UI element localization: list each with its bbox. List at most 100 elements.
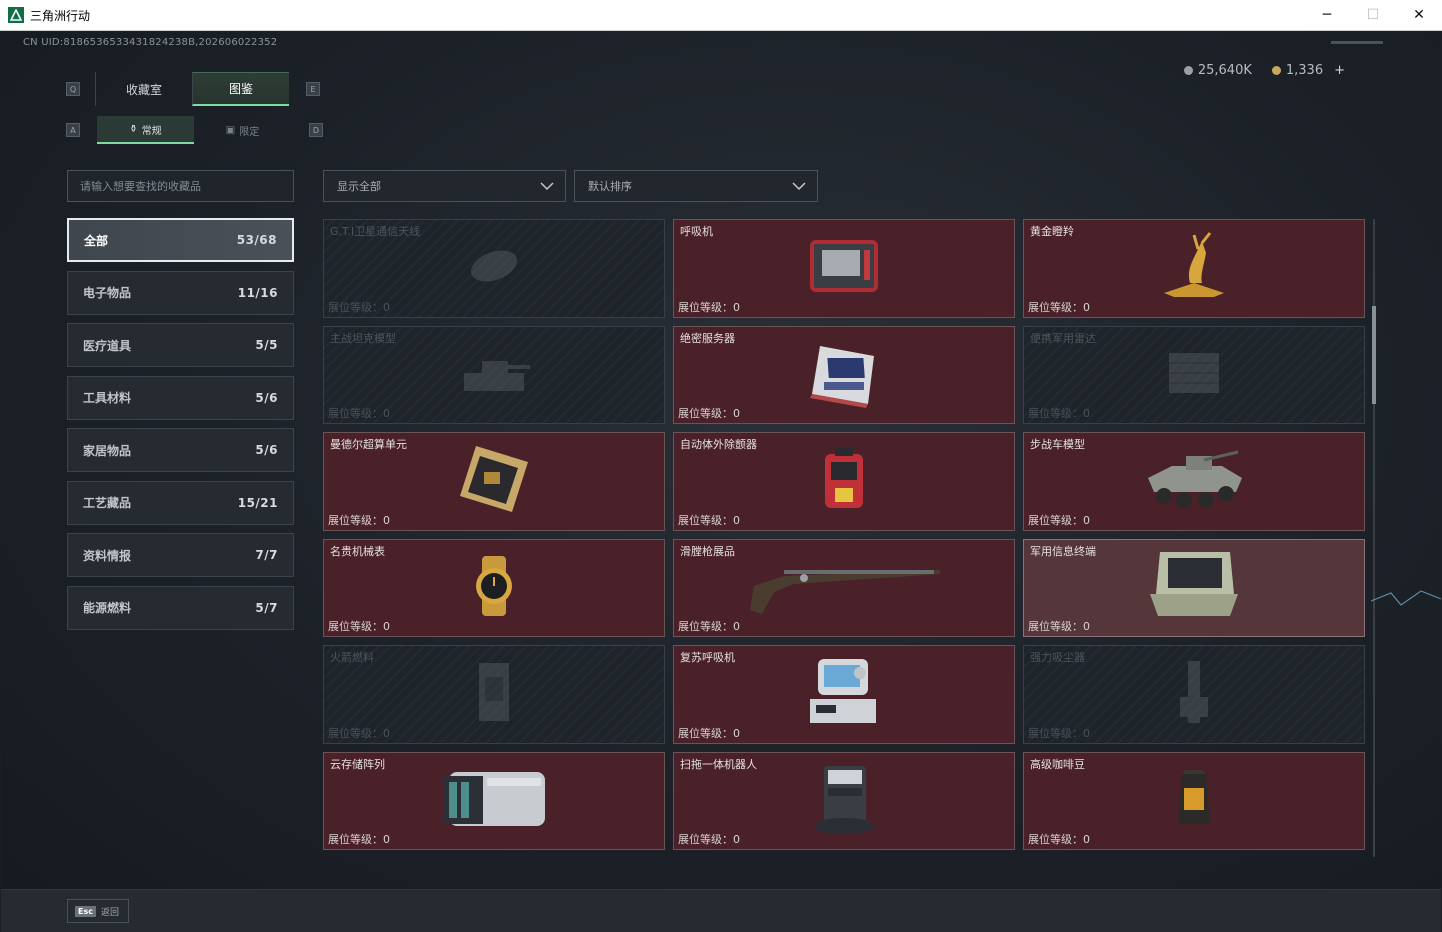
item-level: 展位等级：0 <box>328 831 390 847</box>
item-level-label: 展位等级： <box>678 513 733 527</box>
category-crafts[interactable]: 工艺藏品 15/21 <box>67 480 294 525</box>
category-label: 能源燃料 <box>83 601 132 615</box>
collection-item-card[interactable]: 步战车模型 展位等级：0 <box>1023 432 1365 531</box>
collection-item-card[interactable]: 复苏呼吸机 展位等级：0 <box>673 645 1015 744</box>
collection-item-card[interactable]: 火箭燃料展位等级：0 <box>323 645 665 744</box>
item-level: 展位等级：0 <box>678 618 740 634</box>
radar-icon <box>1159 343 1229 407</box>
item-level-label: 展位等级： <box>1028 833 1083 846</box>
item-level: 展位等级：0 <box>678 512 740 528</box>
item-level-label: 展位等级： <box>678 726 733 740</box>
minimize-button[interactable]: ─ <box>1304 0 1350 30</box>
category-count: 5/7 <box>255 600 278 615</box>
collection-item-card[interactable]: 黄金瞪羚 展位等级：0 <box>1023 219 1365 318</box>
tab-limited[interactable]: ▣ 限定 <box>194 116 291 144</box>
item-level: 展位等级：0 <box>1028 405 1090 421</box>
bottom-bar: Esc 返回 <box>1 889 1441 932</box>
collection-item-card[interactable]: G.T.I卫星通信天线 展位等级：0 <box>323 219 665 318</box>
item-level-label: 展位等级： <box>328 726 383 740</box>
search-box <box>67 170 294 202</box>
collection-item-card[interactable]: 呼吸机展位等级：0 <box>673 219 1015 318</box>
collection-item-card[interactable]: 强力吸尘器展位等级：0 <box>1023 645 1365 744</box>
collection-item-card[interactable]: 便携军用雷达 展位等级：0 <box>1023 325 1365 424</box>
item-level: 展位等级：0 <box>1028 831 1090 847</box>
item-name: 火箭燃料 <box>330 651 374 664</box>
item-grid: G.T.I卫星通信天线 展位等级：0 呼吸机 展位等级：0 黄金瞪羚 展位等级：0 主战坦克… <box>323 219 1366 850</box>
item-name: 呼吸机 <box>680 225 713 238</box>
category-count: 5/6 <box>255 443 278 457</box>
item-level-value: 0 <box>1083 620 1090 633</box>
collection-item-card[interactable]: 自动体外除颤器 展位等级：0 <box>673 432 1015 531</box>
category-label: 家居物品 <box>83 443 132 458</box>
tab-catalog[interactable]: 图鉴 <box>192 72 289 106</box>
item-level-label: 展位等级： <box>1028 726 1083 740</box>
item-name: 自动体外除颤器 <box>680 438 757 451</box>
vacuum-icon <box>1174 657 1214 731</box>
category-all[interactable]: 全部 53/68 <box>67 218 294 262</box>
robot-vacuum-icon <box>812 762 876 840</box>
item-level: 展位等级：0 <box>328 405 390 421</box>
item-level-label: 展位等级： <box>328 407 383 420</box>
item-name: 强力吸尘器 <box>1030 651 1085 664</box>
item-level-value: 0 <box>733 513 740 527</box>
filter-dropdown[interactable]: 显示全部 <box>323 170 566 202</box>
category-count: 5/6 <box>255 390 278 405</box>
game-viewport: CN UID:8186536533431824238B,202606022352… <box>1 31 1441 932</box>
collection-item-card[interactable]: 滑膛枪展品 展位等级：0 <box>673 538 1015 637</box>
category-count: 5/5 <box>255 338 278 352</box>
category-label: 医疗道具 <box>83 338 132 353</box>
frame-icon: ▣ <box>225 124 236 136</box>
category-label: 资料情报 <box>83 548 132 563</box>
item-level-value: 0 <box>1083 833 1090 846</box>
item-level: 展位等级：0 <box>1028 725 1090 741</box>
lightning-decoration <box>1371 590 1441 606</box>
military-terminal-icon <box>1146 548 1242 628</box>
category-energy[interactable]: 能源燃料 5/7 <box>67 585 294 630</box>
collection-item-card[interactable]: 扫拖一体机器人 展位等级：0 <box>673 751 1015 850</box>
category-tools[interactable]: 工具材料 5/6 <box>67 375 294 420</box>
uid-text: CN UID:8186536533431824238B,202606022352 <box>23 37 278 48</box>
category-count: 11/16 <box>237 285 278 300</box>
category-label: 电子物品 <box>83 286 132 300</box>
collection-item-card[interactable]: 军用信息终端 展位等级：0 <box>1023 538 1365 637</box>
collection-item-card[interactable]: 名贵机械表 展位等级：0 <box>323 538 665 637</box>
window-title: 三角洲行动 <box>30 8 91 23</box>
item-name: 复苏呼吸机 <box>680 651 735 664</box>
collection-item-card[interactable]: 绝密服务器 展位等级：0 <box>673 325 1015 424</box>
tab-regular[interactable]: ⚱ 常规 <box>97 116 194 144</box>
collection-item-card[interactable]: 主战坦克模型 展位等级：0 <box>323 325 665 424</box>
search-input[interactable] <box>80 179 293 193</box>
chevron-down-icon <box>792 182 806 191</box>
esc-key-icon: Esc <box>75 905 96 917</box>
item-level-value: 0 <box>1083 407 1090 420</box>
item-level-value: 0 <box>1083 513 1090 527</box>
item-level-label: 展位等级： <box>1028 513 1083 527</box>
sort-value: 默认排序 <box>588 180 632 193</box>
item-name: 云存储阵列 <box>330 757 385 771</box>
collection-item-card[interactable]: 云存储阵列展位等级：0 <box>323 751 665 850</box>
key-hint-d: D <box>309 123 323 137</box>
sort-dropdown[interactable]: 默认排序 <box>574 170 818 202</box>
item-level-value: 0 <box>383 407 390 420</box>
category-household[interactable]: 家居物品 5/6 <box>67 428 294 472</box>
maximize-button[interactable]: ☐ <box>1350 0 1396 30</box>
item-level: 展位等级：0 <box>678 405 740 421</box>
collection-item-card[interactable]: 高级咖啡豆 展位等级：0 <box>1023 751 1365 850</box>
collection-item-card[interactable]: 曼德尔超算单元 展位等级：0 <box>323 432 665 531</box>
add-currency-button[interactable]: + <box>1334 63 1345 78</box>
scrollbar-thumb[interactable] <box>1372 306 1376 404</box>
item-level-value: 0 <box>383 726 390 740</box>
item-level: 展位等级：0 <box>678 299 740 315</box>
category-medical[interactable]: 医疗道具 5/5 <box>67 323 294 367</box>
category-electronics[interactable]: 电子物品 11/16 <box>67 270 294 315</box>
close-button[interactable]: ✕ <box>1396 0 1442 30</box>
item-name: 主战坦克模型 <box>330 331 396 345</box>
compute-unit-icon <box>456 442 532 520</box>
item-level-label: 展位等级： <box>678 620 733 633</box>
back-button[interactable]: Esc 返回 <box>67 899 129 923</box>
item-level-value: 0 <box>1083 300 1090 314</box>
category-intel[interactable]: 资料情报 7/7 <box>67 533 294 577</box>
item-level-value: 0 <box>733 833 740 846</box>
item-level: 展位等级：0 <box>328 512 390 528</box>
tab-collection-room[interactable]: 收藏室 <box>95 72 192 106</box>
